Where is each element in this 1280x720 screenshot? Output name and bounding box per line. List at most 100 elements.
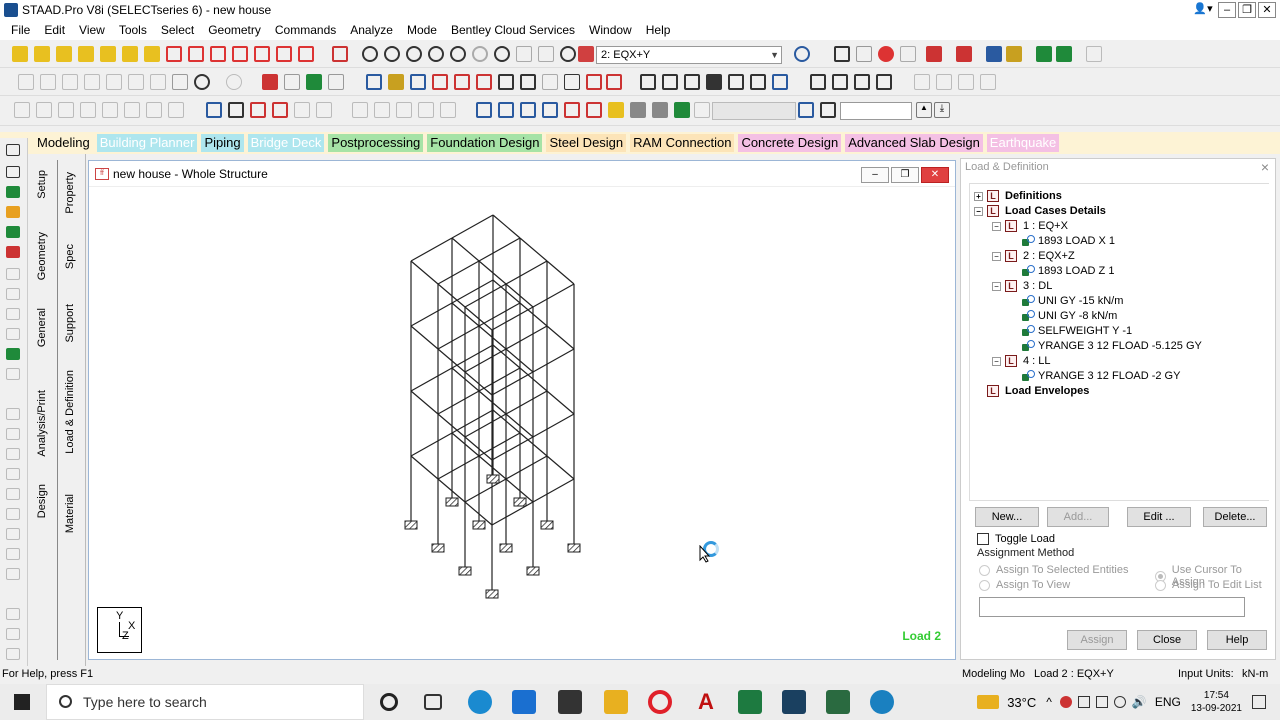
fixed-support[interactable] bbox=[567, 543, 581, 553]
opera-icon[interactable] bbox=[648, 690, 672, 714]
magnify-icon[interactable] bbox=[494, 46, 510, 62]
fit-view-icon[interactable] bbox=[332, 46, 348, 62]
select-tool-icon[interactable] bbox=[144, 46, 160, 62]
cursor-icon[interactable] bbox=[6, 166, 20, 178]
select-icon[interactable] bbox=[6, 226, 20, 238]
menu-tools[interactable]: Tools bbox=[112, 23, 154, 37]
menu-file[interactable]: File bbox=[4, 23, 37, 37]
node-select-icon[interactable] bbox=[166, 46, 182, 62]
fixed-support[interactable] bbox=[513, 497, 527, 507]
user-icon[interactable]: 👤▾ bbox=[1190, 2, 1216, 18]
pan-icon[interactable] bbox=[516, 46, 532, 62]
frame-member[interactable] bbox=[464, 413, 507, 438]
frame-member[interactable] bbox=[451, 409, 494, 434]
frame-member[interactable] bbox=[505, 260, 548, 285]
label-icon[interactable] bbox=[388, 74, 404, 90]
restore-button[interactable]: ❐ bbox=[1238, 2, 1256, 18]
frame-member[interactable] bbox=[519, 237, 548, 262]
fixed-support[interactable] bbox=[458, 566, 472, 576]
tree-node[interactable]: L Load Envelopes bbox=[974, 385, 1089, 397]
fixed-support[interactable] bbox=[404, 520, 418, 530]
label-icon[interactable] bbox=[410, 74, 426, 90]
frame-member[interactable] bbox=[464, 348, 507, 373]
frame-member[interactable] bbox=[532, 283, 575, 308]
load-case-select[interactable]: 2: EQX+Y ▼ bbox=[596, 46, 782, 64]
menu-select[interactable]: Select bbox=[154, 23, 201, 37]
view-icon[interactable] bbox=[798, 102, 814, 118]
frame-member[interactable] bbox=[410, 432, 453, 457]
tab-concrete-design[interactable]: Concrete Design bbox=[738, 134, 842, 152]
frame-member[interactable] bbox=[437, 325, 480, 350]
frame-member[interactable] bbox=[491, 501, 534, 526]
property-icon[interactable] bbox=[986, 46, 1002, 62]
fixed-support[interactable] bbox=[499, 543, 513, 553]
collapse-icon[interactable]: − bbox=[992, 221, 1001, 231]
tool-icon[interactable] bbox=[262, 74, 278, 90]
select-tool-icon[interactable] bbox=[100, 46, 116, 62]
plate-tool-icon[interactable] bbox=[652, 102, 668, 118]
menu-view[interactable]: View bbox=[72, 23, 112, 37]
collapse-icon[interactable]: − bbox=[992, 356, 1001, 366]
delete-button[interactable]: Delete... bbox=[1203, 507, 1267, 527]
frame-member[interactable] bbox=[505, 455, 548, 480]
query-icon[interactable] bbox=[564, 74, 580, 90]
checkbox-icon[interactable] bbox=[977, 533, 989, 545]
frame-member[interactable] bbox=[532, 413, 575, 438]
zoom-dynamic-icon[interactable] bbox=[450, 46, 466, 62]
task-view-icon[interactable] bbox=[424, 694, 442, 710]
frame-member[interactable] bbox=[478, 302, 521, 327]
tree-node[interactable]: − L 4 : LL bbox=[992, 355, 1051, 367]
clock[interactable]: 17:54 13-09-2021 bbox=[1191, 689, 1242, 715]
zoom-out-icon[interactable] bbox=[406, 46, 422, 62]
frame-member[interactable] bbox=[464, 478, 507, 503]
staad-taskbar-icon[interactable] bbox=[782, 690, 806, 714]
tab-earthquake[interactable]: Earthquake bbox=[986, 134, 1060, 152]
toggle-load-checkbox[interactable]: Toggle Load bbox=[977, 533, 1055, 545]
network-icon[interactable] bbox=[1113, 696, 1126, 708]
support-icon[interactable] bbox=[900, 46, 916, 62]
app-icon[interactable] bbox=[870, 690, 894, 714]
frame-member[interactable] bbox=[478, 237, 521, 262]
preview-icon[interactable] bbox=[662, 74, 678, 90]
frame-member[interactable] bbox=[410, 260, 439, 285]
close-panel-button[interactable]: Close bbox=[1137, 630, 1197, 650]
beam-icon[interactable] bbox=[926, 46, 942, 62]
tool-icon[interactable] bbox=[328, 74, 344, 90]
select-tool-icon[interactable] bbox=[12, 46, 28, 62]
tool-icon[interactable] bbox=[284, 74, 300, 90]
tab-geometry[interactable]: Geometry bbox=[36, 232, 48, 280]
dimension-icon[interactable] bbox=[476, 74, 492, 90]
tab-advanced-slab-design[interactable]: Advanced Slab Design bbox=[845, 134, 983, 152]
weather-icon[interactable] bbox=[977, 695, 1000, 709]
page-icon[interactable] bbox=[366, 74, 382, 90]
plate-icon[interactable] bbox=[856, 46, 872, 62]
panel-close-icon[interactable]: × bbox=[1261, 159, 1269, 175]
report-icon[interactable] bbox=[750, 74, 766, 90]
node-select-icon[interactable] bbox=[254, 46, 270, 62]
generate-icon[interactable] bbox=[564, 102, 580, 118]
frame-member[interactable] bbox=[505, 325, 548, 350]
fixed-support[interactable] bbox=[445, 497, 459, 507]
frame-member[interactable] bbox=[491, 371, 534, 396]
report-icon[interactable] bbox=[728, 74, 744, 90]
staad-taskbar-icon[interactable] bbox=[826, 690, 850, 714]
frame-member[interactable] bbox=[437, 390, 480, 415]
view-minimize-button[interactable]: – bbox=[861, 167, 889, 183]
rotate-icon[interactable] bbox=[854, 74, 870, 90]
generate-icon[interactable] bbox=[476, 102, 492, 118]
fixed-support[interactable] bbox=[486, 474, 500, 484]
tab-steel-design[interactable]: Steel Design bbox=[546, 134, 627, 152]
tree-node[interactable]: YRANGE 3 12 FLOAD -2 GY bbox=[1022, 370, 1180, 382]
file-explorer-icon[interactable] bbox=[604, 690, 628, 714]
delete-icon[interactable] bbox=[172, 74, 188, 90]
tab-setup[interactable]: Setup bbox=[36, 170, 48, 199]
frame-member[interactable] bbox=[478, 432, 521, 457]
load-icon[interactable] bbox=[578, 46, 594, 62]
frame-member[interactable] bbox=[532, 348, 575, 373]
temperature[interactable]: 33°C bbox=[1007, 695, 1036, 710]
tree-node[interactable]: − L Load Cases Details bbox=[974, 205, 1106, 217]
frame-member[interactable] bbox=[491, 306, 534, 331]
tab-property[interactable]: Property bbox=[64, 172, 76, 214]
menu-window[interactable]: Window bbox=[582, 23, 639, 37]
dimension-icon[interactable] bbox=[432, 74, 448, 90]
